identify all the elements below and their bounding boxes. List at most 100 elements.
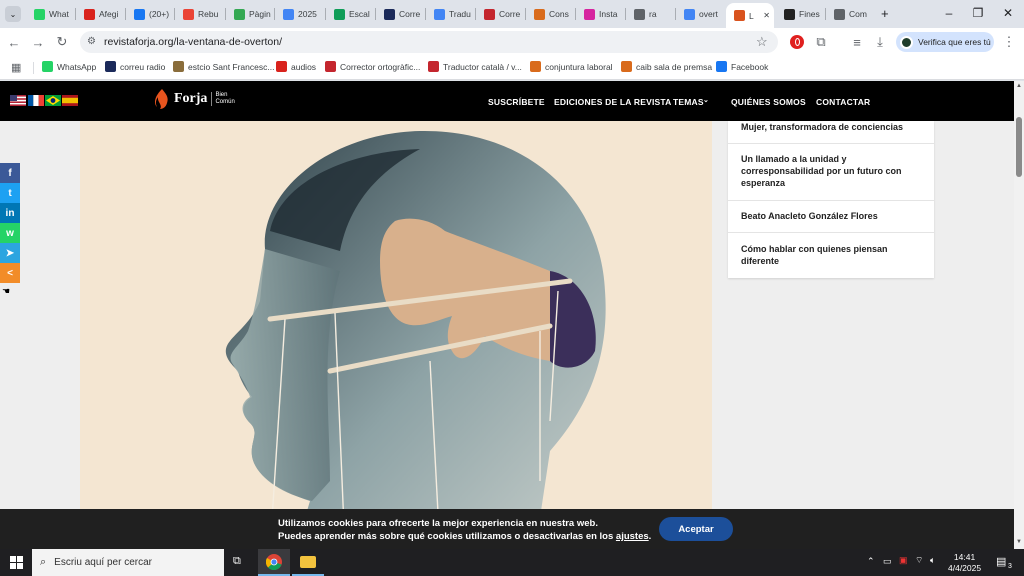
tab[interactable]: Insta: [576, 3, 624, 25]
telegram-icon[interactable]: ➤: [0, 243, 20, 263]
reload-button[interactable]: ↻: [54, 34, 70, 50]
related-article-link[interactable]: Beato Anacleto González Flores: [741, 210, 925, 222]
flag-fr-icon[interactable]: [28, 95, 44, 106]
show-hidden-icons[interactable]: ⌃: [867, 556, 875, 567]
bookmark-item[interactable]: caib sala de premsa: [621, 61, 712, 72]
search-placeholder: Escriu aquí per cercar: [54, 557, 152, 568]
forward-button[interactable]: →: [30, 34, 46, 50]
tab-divider: [174, 8, 175, 20]
flame-icon: [154, 89, 168, 109]
taskbar-search[interactable]: ⌕ Escriu aquí per cercar: [32, 549, 224, 576]
bookmark-item[interactable]: Corrector ortogràfic...: [325, 61, 420, 72]
bookmark-item[interactable]: audios: [276, 61, 316, 72]
back-button[interactable]: ←: [6, 34, 22, 50]
bookmark-item[interactable]: correu radio: [105, 61, 165, 72]
instagram-icon: [584, 8, 595, 20]
wifi-icon[interactable]: ⌔: [915, 555, 923, 566]
related-article-link[interactable]: Un llamado a la unidad y corresponsabili…: [741, 153, 925, 189]
tab-divider: [75, 8, 76, 20]
meet-now-icon[interactable]: ▣: [899, 555, 908, 566]
whatsapp-icon[interactable]: w: [0, 223, 20, 243]
accept-cookies-button[interactable]: Aceptar: [659, 517, 733, 541]
nav-topics[interactable]: TEMAS: [673, 97, 704, 107]
related-article-link[interactable]: Mujer, transformadora de conciencias: [741, 121, 925, 133]
close-tab-icon[interactable]: ✕: [763, 11, 770, 20]
tab[interactable]: Afegi: [76, 3, 124, 25]
maximize-button[interactable]: ❐: [965, 4, 991, 22]
tab[interactable]: Corre: [376, 3, 424, 25]
drive-icon: [234, 8, 245, 20]
bookmark-label: estcio Sant Francesc...: [188, 61, 275, 72]
tab[interactable]: Pàgin: [226, 3, 274, 25]
flag-es-icon[interactable]: [62, 95, 78, 106]
tab[interactable]: Com: [826, 3, 874, 25]
bookmark-item[interactable]: Facebook: [716, 61, 768, 72]
site-logo[interactable]: Forja Bien Común: [154, 88, 235, 110]
tab-divider: [274, 8, 275, 20]
site-info-icon[interactable]: ⚙: [87, 36, 96, 47]
reading-list-icon[interactable]: ≡: [849, 34, 865, 50]
tab[interactable]: Rebu: [175, 3, 225, 25]
tab[interactable]: ra: [626, 3, 674, 25]
tab[interactable]: Cons: [526, 3, 574, 25]
new-tab-button[interactable]: +: [881, 6, 889, 21]
close-window-button[interactable]: ✕: [995, 4, 1021, 22]
network-icon[interactable]: ▭: [883, 556, 892, 567]
download-icon[interactable]: ⤓: [872, 34, 888, 50]
flag-br-icon[interactable]: [45, 95, 61, 106]
tab[interactable]: Fines: [776, 3, 824, 25]
profile-verify-chip[interactable]: Verifica que eres tú: [896, 32, 994, 52]
file-explorer-icon[interactable]: [292, 549, 324, 576]
tab[interactable]: overt: [676, 3, 724, 25]
system-clock[interactable]: 14:41 4/4/2025: [948, 552, 981, 574]
bookmark-item[interactable]: estcio Sant Francesc...: [173, 61, 274, 72]
cookie-settings-link[interactable]: ajustes: [616, 531, 649, 542]
task-view-icon[interactable]: ⧉: [233, 555, 241, 568]
twitter-icon[interactable]: t: [0, 183, 20, 203]
bookmark-favicon-icon: [530, 61, 541, 72]
minimize-button[interactable]: –: [936, 4, 962, 22]
omnibox[interactable]: ⚙ revistaforja.org/la-ventana-de-overton…: [80, 31, 778, 53]
apps-icon[interactable]: ▦: [11, 61, 21, 74]
scroll-down-arrow[interactable]: ▼: [1016, 539, 1022, 545]
menu-icon[interactable]: ⋮: [1001, 34, 1017, 50]
search-icon: ⌕: [40, 556, 47, 568]
linkedin-icon[interactable]: in: [0, 203, 20, 223]
extensions-icon[interactable]: ⧉: [813, 34, 829, 50]
url-text[interactable]: revistaforja.org/la-ventana-de-overton/: [104, 36, 282, 48]
nav-contact[interactable]: CONTACTAR: [816, 97, 870, 107]
related-article-link[interactable]: Cómo hablar con quienes piensan diferent…: [741, 243, 925, 267]
sc-icon: [484, 8, 495, 20]
nav-about[interactable]: QUIÉNES SOMOS: [731, 97, 806, 107]
tab[interactable]: What: [26, 3, 74, 25]
bookmark-star-icon[interactable]: ☆: [756, 34, 768, 50]
bookmark-item[interactable]: WhatsApp: [42, 61, 96, 72]
windows-start-icon[interactable]: [10, 556, 23, 569]
opera-extension-icon[interactable]: [790, 35, 804, 49]
page-scrollbar[interactable]: ▲ ▼: [1014, 81, 1024, 549]
scroll-up-arrow[interactable]: ▲: [1016, 83, 1022, 89]
tab[interactable]: Corre: [476, 3, 524, 25]
bookmark-item[interactable]: conjuntura laboral: [530, 61, 613, 72]
tab[interactable]: 2025: [275, 3, 325, 25]
volume-icon[interactable]: 🔈︎: [930, 555, 935, 566]
notifications-icon[interactable]: ▤: [996, 555, 1006, 568]
tab-list-button[interactable]: ⌄: [5, 6, 21, 22]
nav-editions[interactable]: EDICIONES DE LA REVISTA: [554, 97, 671, 107]
tab[interactable]: Escal: [326, 3, 374, 25]
tab[interactable]: Tradu: [426, 3, 474, 25]
tab-label: Fines: [799, 9, 820, 19]
chevron-down-icon[interactable]: ⌄: [703, 96, 709, 104]
browser-toolbar: ← → ↻ ⚙ revistaforja.org/la-ventana-de-o…: [0, 28, 1024, 56]
nav-subscribe[interactable]: SUSCRÍBETE: [488, 97, 545, 107]
tab[interactable]: (20+): [126, 3, 174, 25]
scrollbar-thumb[interactable]: [1016, 117, 1022, 177]
share-icon[interactable]: <: [0, 263, 20, 283]
facebook-icon[interactable]: f: [0, 163, 20, 183]
clock-date: 4/4/2025: [948, 563, 982, 573]
bookmark-item[interactable]: Traductor català / v...: [428, 61, 522, 72]
tab[interactable]: L ✕: [726, 3, 774, 28]
flag-us-icon[interactable]: [10, 95, 26, 106]
bookmark-label: Traductor català / v...: [443, 61, 522, 72]
chrome-taskbar-icon[interactable]: [258, 549, 290, 576]
